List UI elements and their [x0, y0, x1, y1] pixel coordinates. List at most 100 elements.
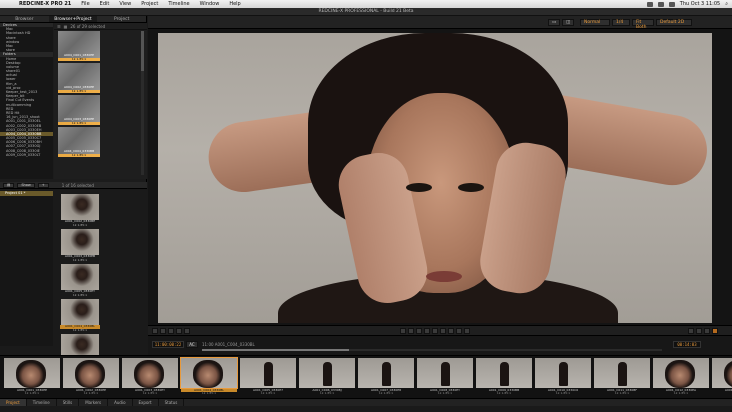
filmstrip-thumbnail[interactable]: A001_C006_0330BJ 1k 1.85:1: [299, 358, 355, 398]
filmstrip-thumbnail[interactable]: A001_C001_0330EE 1k 1.85:1: [4, 358, 60, 398]
project-clip[interactable]: A001_C005_0330EY 1k 1.85:1: [60, 264, 100, 298]
project-item[interactable]: Project 01 *: [0, 191, 53, 196]
tray-icon[interactable]: [646, 1, 653, 7]
strip-thumbnail[interactable]: A004_C001_0330EE 1k 1.85:1: [58, 31, 100, 61]
menu-clock[interactable]: Thu Oct 3 11:05: [680, 1, 720, 7]
browser-strip: ☰ ▦ 26 of 29 selected A004_C001_0330EE 1k…: [54, 23, 147, 179]
play-button[interactable]: [440, 328, 446, 334]
go-end-button[interactable]: [464, 328, 470, 334]
add-button[interactable]: +: [37, 182, 49, 188]
menu-timeline[interactable]: Timeline: [163, 1, 194, 7]
stop-button[interactable]: [432, 328, 438, 334]
bottom-tab-stills[interactable]: Stills: [57, 399, 80, 406]
tool-button-4[interactable]: [712, 328, 718, 334]
filmstrip-thumbnail[interactable]: A001_C004_0330BL 1k 1.85:1: [180, 357, 238, 398]
bottom-tab-export[interactable]: Export: [133, 399, 159, 406]
filmstrip-format: 1k 1.85:1: [555, 391, 571, 395]
filmstrip-format: 1k 1.85:1: [201, 391, 217, 395]
flag-button[interactable]: [184, 328, 190, 334]
tab-browser-project[interactable]: Browser+Project: [48, 16, 98, 22]
menu-file[interactable]: File: [76, 1, 94, 7]
menu-edit[interactable]: Edit: [95, 1, 115, 7]
bottom-tab-status[interactable]: Status: [159, 399, 185, 406]
step-back-button[interactable]: [408, 328, 414, 334]
filmstrip-thumbnail[interactable]: A001_C008_0330EY 1k 1.85:1: [417, 358, 473, 398]
duration-display[interactable]: 00:14:03: [673, 341, 701, 348]
frame-eye-left: [406, 183, 432, 192]
filmstrip-thumbnail[interactable]: A001_C002_0330EE 1k 1.85:1: [63, 358, 119, 398]
strip-thumbnail[interactable]: A004_C002_0330EE 1k 1.85:1: [58, 63, 100, 93]
timeline-scrubber[interactable]: [202, 349, 662, 351]
filmstrip-thumbnail[interactable]: A001_C003_0330EY 1k 1.85:1: [122, 358, 178, 398]
project-clip[interactable]: A001_C003_0330EB 1k 1.85:1: [60, 229, 100, 263]
rewind-button[interactable]: [416, 328, 422, 334]
show-button[interactable]: Show: [17, 182, 35, 188]
filmstrip-format: 1k 1.85:1: [319, 391, 335, 395]
filmstrip-thumbnail[interactable]: A001_C013_0330EB1k 1.85:1: [712, 358, 732, 398]
timecode-display[interactable]: 11:00:00:22: [152, 341, 184, 348]
filmstrip-thumbnail[interactable]: A001_C012_0330EA 1k 1.85:1: [653, 358, 709, 398]
filmstrip-thumbnail[interactable]: A001_C011_0330BF 1k 1.85:1: [594, 358, 650, 398]
filmstrip-thumbnail[interactable]: A001_C009_0330BB 1k 1.85:1: [476, 358, 532, 398]
mark-in-button[interactable]: [160, 328, 166, 334]
filmstrip-figure: [665, 360, 695, 388]
project-clip[interactable]: A001_C004_0330BL 1k 1.85:1: [60, 299, 100, 333]
list-view-icon[interactable]: ☰: [57, 24, 61, 29]
project-icon-button[interactable]: ▤: [3, 182, 15, 188]
tab-browser[interactable]: Browser: [0, 16, 49, 22]
bottom-tab-markers[interactable]: Markers: [79, 399, 109, 406]
fast-forward-button[interactable]: [448, 328, 454, 334]
filmstrip-thumbnail[interactable]: A001_C007_0330E8 1k 1.85:1: [358, 358, 414, 398]
loop-button[interactable]: [152, 328, 158, 334]
battery-icon[interactable]: [668, 1, 675, 7]
project-clip[interactable]: A001_C002_0330BE 1k 1.85:1: [60, 194, 100, 228]
split-view-button[interactable]: ◫: [562, 19, 574, 26]
strip-thumbnail-format: 1k 1.85:1: [58, 89, 100, 93]
filmstrip-figure: [441, 362, 450, 386]
resolution-dropdown[interactable]: 1/4: [612, 19, 630, 26]
timecode-mode[interactable]: AC: [186, 341, 198, 348]
filmstrip-figure: [264, 362, 273, 386]
view-toggle-button[interactable]: ▭: [548, 19, 560, 26]
app-menu[interactable]: REDCINE-X PRO 21: [14, 1, 76, 7]
menu-project[interactable]: Project: [136, 1, 163, 7]
strip-scrollbar[interactable]: [141, 31, 144, 175]
wifi-icon[interactable]: [657, 1, 664, 7]
filmstrip-image: [653, 358, 709, 388]
filmstrip-image: [122, 358, 178, 388]
filmstrip-format: 1k 1.85:1: [83, 391, 99, 395]
filmstrip-figure: [724, 360, 732, 388]
bottom-tab-audio[interactable]: Audio: [108, 399, 133, 406]
filmstrip-thumbnail[interactable]: A001_C005_0330E7 1k 1.85:1: [240, 358, 296, 398]
mark-out-button[interactable]: [168, 328, 174, 334]
tool-button-3[interactable]: [704, 328, 710, 334]
clip-button[interactable]: [176, 328, 182, 334]
filmstrip-thumbnail[interactable]: A001_C010_0330C6 1k 1.85:1: [535, 358, 591, 398]
bottom-tab-timeline[interactable]: Timeline: [27, 399, 57, 406]
lut-dropdown[interactable]: Default 2D: [656, 19, 692, 26]
selection-count: 26 of 29 selected: [70, 23, 106, 29]
fit-dropdown[interactable]: Fit Both: [632, 19, 654, 30]
play-reverse-button[interactable]: [424, 328, 430, 334]
clip-format: 1k 1.85:1: [72, 327, 88, 332]
bottom-tab-project[interactable]: Project: [0, 399, 27, 406]
mode-dropdown[interactable]: Normal: [580, 19, 610, 26]
filmstrip-format: 1k 1.85:1: [614, 391, 630, 395]
menu-help[interactable]: Help: [224, 1, 245, 7]
frame-lips: [426, 271, 462, 282]
tool-button-2[interactable]: [696, 328, 702, 334]
filmstrip-format: 1k 1.85:1: [712, 392, 732, 395]
strip-thumbnail[interactable]: A004_C003_0330EE 1k 1.85:1: [58, 95, 100, 125]
go-start-button[interactable]: [400, 328, 406, 334]
menu-bar: REDCINE-X PRO 21 File Edit View Project …: [0, 0, 732, 8]
tab-project[interactable]: Project: [97, 16, 146, 22]
menu-view[interactable]: View: [114, 1, 136, 7]
menu-window[interactable]: Window: [195, 1, 225, 7]
tree-file[interactable]: A009_C009_0330LT: [0, 153, 53, 157]
grid-view-icon[interactable]: ▦: [64, 24, 68, 29]
strip-thumbnail[interactable]: A004_C004_0330BB 1k 1.85:1: [58, 127, 100, 157]
spotlight-icon[interactable]: ⌕: [725, 1, 728, 7]
step-forward-button[interactable]: [456, 328, 462, 334]
tool-button-1[interactable]: [688, 328, 694, 334]
video-frame[interactable]: [158, 33, 712, 323]
